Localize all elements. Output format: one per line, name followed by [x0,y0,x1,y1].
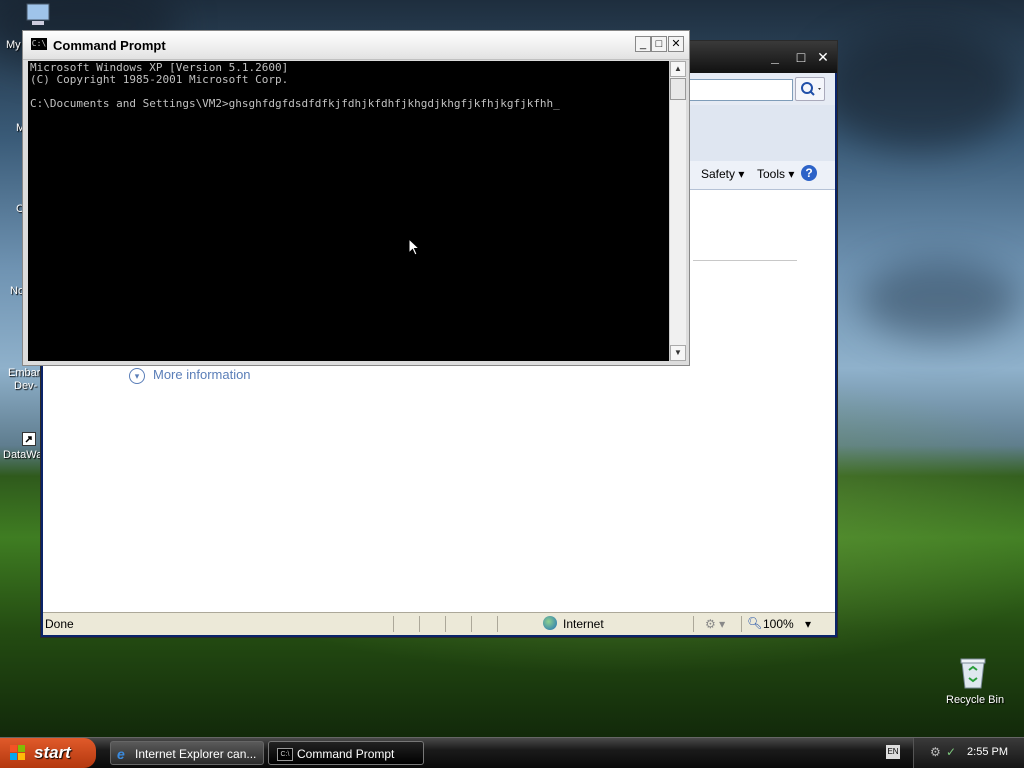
language-indicator[interactable]: EN [886,745,900,759]
zoom-icon[interactable]: 🔍︎ [747,616,762,630]
divider [497,616,498,632]
mouse-cursor-icon [408,238,420,256]
cloud [820,30,1020,150]
taskbar-item-label: Command Prompt [297,747,395,761]
divider [419,616,420,632]
zoom-level[interactable]: 100% [763,617,794,631]
system-tray: ⚙ ✓ 2:55 PM [913,738,1024,768]
ie-close-button[interactable]: ✕ [813,47,833,67]
more-information-link[interactable]: More information [153,367,251,382]
zoom-dropdown-icon[interactable]: ▾ [805,617,811,631]
ie-maximize-button[interactable]: □ [791,47,811,67]
safety-menu[interactable]: Safety ▾ [701,167,744,181]
minimize-button[interactable]: _ [635,36,651,52]
protected-mode-icon[interactable]: ⚙ ▾ [705,617,725,631]
divider [393,616,394,632]
console-output[interactable]: Microsoft Windows XP [Version 5.1.2600] … [28,61,669,361]
recycle-bin-label[interactable]: Recycle Bin [946,694,1004,706]
window-title: Command Prompt [53,38,166,53]
taskbar-item-label: Internet Explorer can... [135,747,257,761]
scroll-thumb[interactable] [670,78,686,100]
shortcut-icon[interactable] [22,432,36,446]
clock[interactable]: 2:55 PM [967,746,1008,758]
ie-statusbar: Done Internet ⚙ ▾ 🔍︎ 100% ▾ [43,612,835,635]
windows-logo-icon [10,745,25,760]
console-icon: C:\ [277,748,293,761]
taskbar-item-ie[interactable]: e Internet Explorer can... [110,741,264,765]
divider [445,616,446,632]
recycle-bin-icon[interactable] [958,656,988,690]
ie-icon: e [117,746,125,762]
ie-search-box[interactable] [683,79,793,101]
divider [693,260,797,261]
divider [471,616,472,632]
network-icon[interactable]: ⚙ [930,745,941,759]
divider [693,616,694,632]
desktop-icon-label-dev[interactable]: Dev- [14,380,37,392]
console-prompt-line: C:\Documents and Settings\VM2>ghsghfdgfd… [30,97,560,110]
chevron-down-icon[interactable]: ▾ [129,368,145,384]
start-button[interactable]: start [0,738,96,768]
zone-label: Internet [563,617,604,631]
desktop-icon-label-my[interactable]: My [6,39,21,51]
help-icon[interactable]: ? [801,165,817,181]
cmd-window[interactable]: C:\ Command Prompt _ □ ✕ Microsoft Windo… [22,30,690,366]
cmd-titlebar[interactable]: C:\ Command Prompt _ □ ✕ [23,31,689,60]
taskbar: start e Internet Explorer can... C:\ Com… [0,737,1024,768]
scroll-up-icon[interactable]: ▲ [670,61,686,77]
divider [741,616,742,632]
globe-icon [543,616,557,630]
scroll-down-icon[interactable]: ▼ [670,345,686,361]
close-button[interactable]: ✕ [668,36,684,52]
tools-menu[interactable]: Tools ▾ [757,167,794,181]
taskbar-item-cmd[interactable]: C:\ Command Prompt [268,741,424,765]
ie-minimize-button[interactable]: _ [765,47,785,67]
console-icon: C:\ [31,38,47,50]
maximize-button[interactable]: □ [651,36,667,52]
desktop-icon-label-datawa[interactable]: DataWa [3,449,42,461]
vertical-scrollbar[interactable]: ▲ ▼ [669,61,686,361]
desktop-icon-label-embar[interactable]: Embar [8,367,40,379]
start-label: start [34,743,71,762]
cloud [860,260,1020,340]
safely-remove-icon[interactable]: ✓ [946,745,956,759]
console-line: (C) Copyright 1985-2001 Microsoft Corp. [30,73,289,86]
status-text: Done [45,617,74,631]
search-icon[interactable] [795,77,825,101]
my-computer-icon[interactable] [24,2,54,28]
